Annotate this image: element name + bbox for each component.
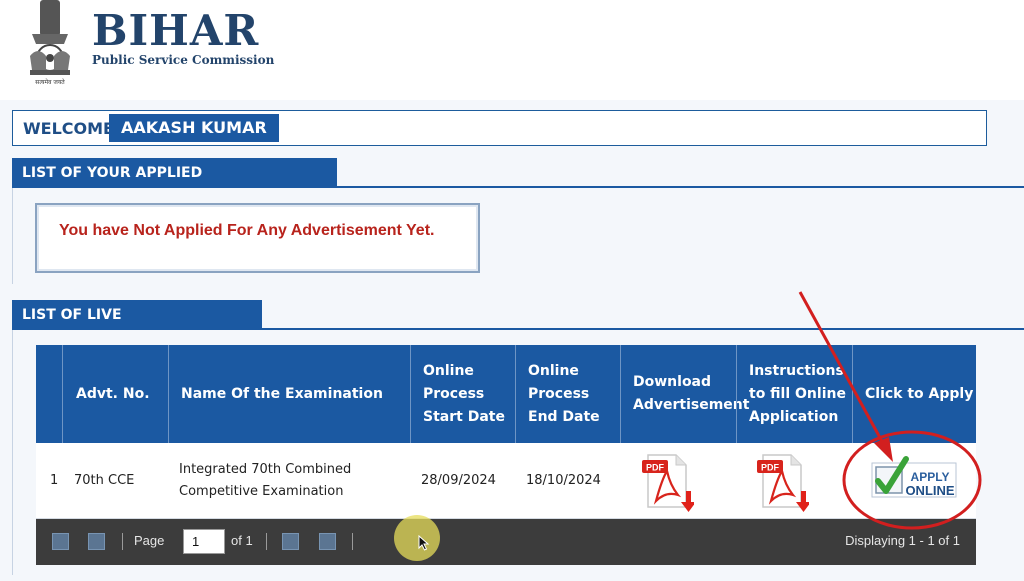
pager-separator	[122, 533, 123, 550]
pager-separator	[266, 533, 267, 550]
column-separator	[515, 345, 516, 443]
column-separator	[62, 345, 63, 443]
table-row: 1 70th CCE Integrated 70th Combined Comp…	[36, 443, 976, 519]
next-page-button[interactable]	[282, 533, 299, 550]
column-separator	[168, 345, 169, 443]
column-header-advt-no: Advt. No.	[76, 385, 150, 402]
site-header: सत्यमेव जयते BIHAR Public Service Commis…	[0, 0, 1024, 100]
column-header-instructions: Instructions to fill Online Application	[749, 362, 846, 425]
column-header-exam-name: Name Of the Examination	[181, 385, 383, 402]
column-separator	[852, 345, 853, 443]
apply-label: APPLY	[911, 470, 950, 484]
live-advertisements-table: Advt. No. Name Of the Examination Online…	[36, 345, 976, 565]
live-section-title: LIST OF LIVE ADVERTISEMENTS	[12, 300, 262, 353]
welcome-label: WELCOME	[23, 119, 114, 138]
last-page-button[interactable]	[319, 533, 336, 550]
user-name: AAKASH KUMAR	[109, 114, 279, 142]
emblem-caption: सत्यमेव जयते	[35, 79, 65, 86]
pdf-icon[interactable]: PDF	[640, 451, 694, 513]
page-label: Page	[134, 533, 165, 548]
pdf-tag-label: PDF	[646, 463, 665, 473]
column-header-end-date: Online Process End Date	[528, 362, 600, 425]
column-separator	[736, 345, 737, 443]
page-number-input[interactable]: 1	[183, 529, 225, 554]
mouse-pointer-icon	[418, 535, 430, 551]
pager-display-info: Displaying 1 - 1 of 1	[845, 533, 960, 548]
column-separator	[620, 345, 621, 443]
state-emblem-icon	[30, 0, 70, 75]
no-applications-notice: You have Not Applied For Any Advertiseme…	[35, 203, 480, 273]
column-header-download: Download Advertisement	[633, 374, 750, 413]
column-header-apply: Click to Apply	[865, 385, 974, 402]
pdf-icon[interactable]: PDF	[755, 451, 809, 513]
advt-no-cell: 70th CCE	[74, 473, 135, 488]
applied-section-title: LIST OF YOUR APPLIED ADVERTISEMENTS	[12, 158, 337, 211]
table-header: Advt. No. Name Of the Examination Online…	[36, 345, 976, 443]
start-date-cell: 28/09/2024	[421, 473, 496, 488]
welcome-bar: WELCOME AAKASH KUMAR	[12, 110, 987, 146]
exam-name-cell: Integrated 70th Combined Competitive Exa…	[179, 462, 352, 499]
cursor-highlight	[394, 515, 440, 561]
end-date-cell: 18/10/2024	[526, 473, 601, 488]
no-applications-message: You have Not Applied For Any Advertiseme…	[59, 222, 435, 239]
table-pager: Page 1 of 1 Displaying 1 - 1 of 1	[36, 519, 976, 565]
organization-subtitle: Public Service Commission	[92, 53, 275, 67]
row-index: 1	[50, 473, 59, 488]
organization-name: BIHAR	[92, 6, 260, 55]
page-count-label: of 1	[231, 533, 253, 548]
column-header-start-date: Online Process Start Date	[423, 362, 505, 425]
column-separator	[410, 345, 411, 443]
previous-page-button[interactable]	[88, 533, 105, 550]
pager-separator	[352, 533, 353, 550]
first-page-button[interactable]	[52, 533, 69, 550]
pdf-tag-label: PDF	[761, 463, 780, 473]
apply-online-button[interactable]: APPLY ONLINE	[868, 453, 960, 511]
online-label: ONLINE	[905, 483, 954, 498]
